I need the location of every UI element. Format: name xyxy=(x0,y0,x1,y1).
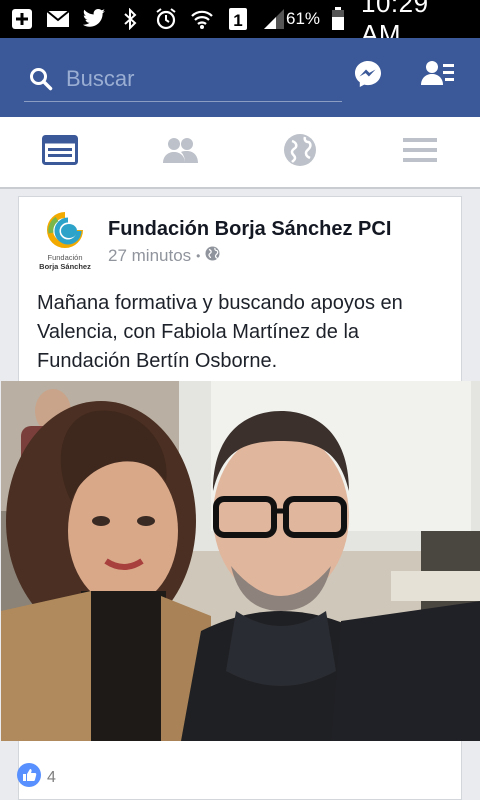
foundation-logo: Fundación Borja Sánchez xyxy=(39,212,91,271)
post-meta: 27 minutos • xyxy=(108,246,220,266)
meta-separator: • xyxy=(196,249,201,263)
selfie-photo xyxy=(1,381,480,741)
like-thumb-icon xyxy=(17,763,41,792)
post-card: Fundación Borja Sánchez Fundación Borja … xyxy=(1,196,480,800)
search-bar[interactable] xyxy=(24,56,342,102)
search-icon xyxy=(28,66,54,92)
bluetooth-icon xyxy=(118,8,142,30)
messenger-button[interactable] xyxy=(350,58,386,94)
post-time[interactable]: 27 minutos xyxy=(108,246,191,266)
tab-menu[interactable] xyxy=(360,117,480,187)
page-avatar[interactable]: Fundación Borja Sánchez xyxy=(37,209,93,275)
post-text: Mañana formativa y buscando apoyos en Va… xyxy=(37,292,403,372)
sim-1-icon: 1 xyxy=(226,8,250,30)
post-photo[interactable] xyxy=(1,381,480,741)
messenger-icon xyxy=(353,59,383,94)
globe-privacy-icon xyxy=(205,246,220,266)
like-count: 4 xyxy=(47,768,56,786)
news-feed-icon xyxy=(42,134,78,170)
post-header: Fundación Borja Sánchez Fundación Borja … xyxy=(19,197,463,277)
svg-text:Borja Sánchez: Borja Sánchez xyxy=(39,262,91,271)
tab-news-feed[interactable] xyxy=(0,117,120,187)
battery-percent: 61% xyxy=(286,9,321,28)
twitter-icon xyxy=(82,8,106,30)
tab-friends[interactable] xyxy=(120,117,240,187)
search-header xyxy=(0,38,480,117)
friend-requests-button[interactable] xyxy=(420,58,456,94)
globe-notifications-icon xyxy=(283,133,317,172)
friends-icon xyxy=(161,136,199,169)
signal-icon xyxy=(262,8,286,30)
alarm-icon xyxy=(154,8,178,30)
reactions-row[interactable]: 4 xyxy=(17,763,56,792)
add-box-icon xyxy=(10,8,34,30)
search-input[interactable] xyxy=(66,65,326,92)
status-bar: 1 61% 10:29 AM xyxy=(0,0,480,49)
menu-icon xyxy=(403,137,437,168)
tab-notifications[interactable] xyxy=(240,117,360,187)
svg-text:Fundación: Fundación xyxy=(47,253,82,262)
wifi-icon xyxy=(190,8,214,30)
svg-text:1: 1 xyxy=(233,11,242,30)
tab-bar xyxy=(0,117,480,189)
battery-icon xyxy=(326,7,349,30)
person-list-icon xyxy=(421,59,455,94)
page-name[interactable]: Fundación Borja Sánchez PCI xyxy=(108,218,391,241)
mail-icon xyxy=(46,8,70,30)
